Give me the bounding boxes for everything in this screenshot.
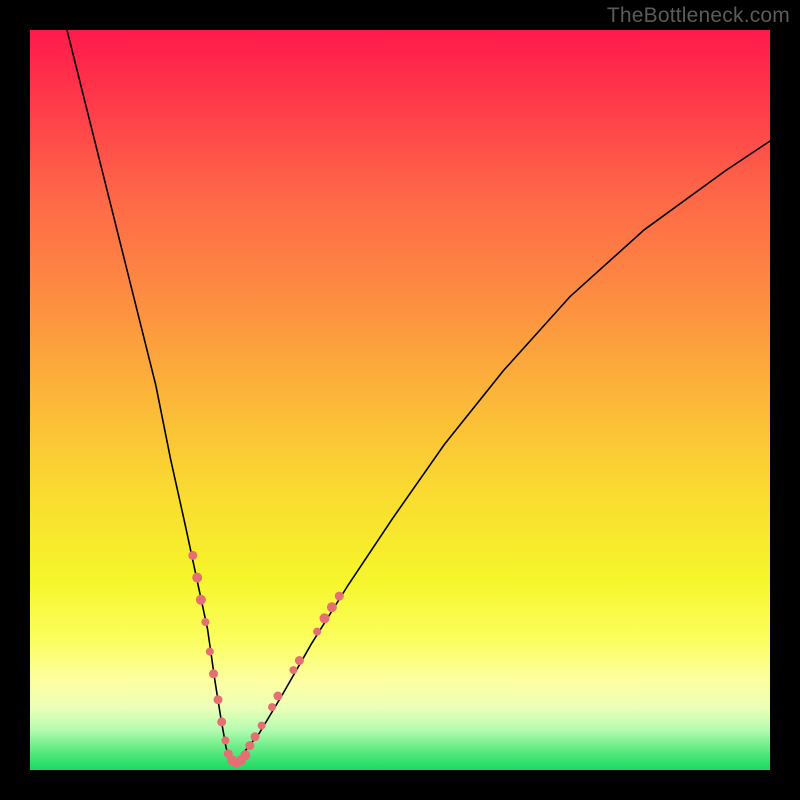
curve-marker [258, 722, 266, 730]
curve-marker [295, 656, 304, 665]
plot-svg [30, 30, 770, 770]
curve-marker [192, 573, 202, 583]
curve-marker [196, 595, 206, 605]
curve-marker [209, 669, 218, 678]
curve-marker [206, 648, 214, 656]
curve-marker [201, 618, 209, 626]
curve-marker [221, 736, 229, 744]
curve-marker [273, 692, 282, 701]
curve-marker [251, 732, 260, 741]
curve-marker [214, 695, 223, 704]
heatmap-gradient-background [30, 30, 770, 770]
curve-marker [188, 551, 197, 560]
curve-marker [289, 666, 297, 674]
curve-marker [335, 592, 344, 601]
curve-marker [320, 613, 330, 623]
chart-frame: TheBottleneck.com [0, 0, 800, 800]
curve-marker [245, 741, 254, 750]
curve-marker [217, 717, 226, 726]
watermark-text: TheBottleneck.com [607, 4, 790, 28]
curve-marker [240, 750, 250, 760]
curve-marker [327, 602, 337, 612]
curve-marker [313, 628, 321, 636]
curve-marker [268, 703, 276, 711]
plot-area [30, 30, 770, 770]
